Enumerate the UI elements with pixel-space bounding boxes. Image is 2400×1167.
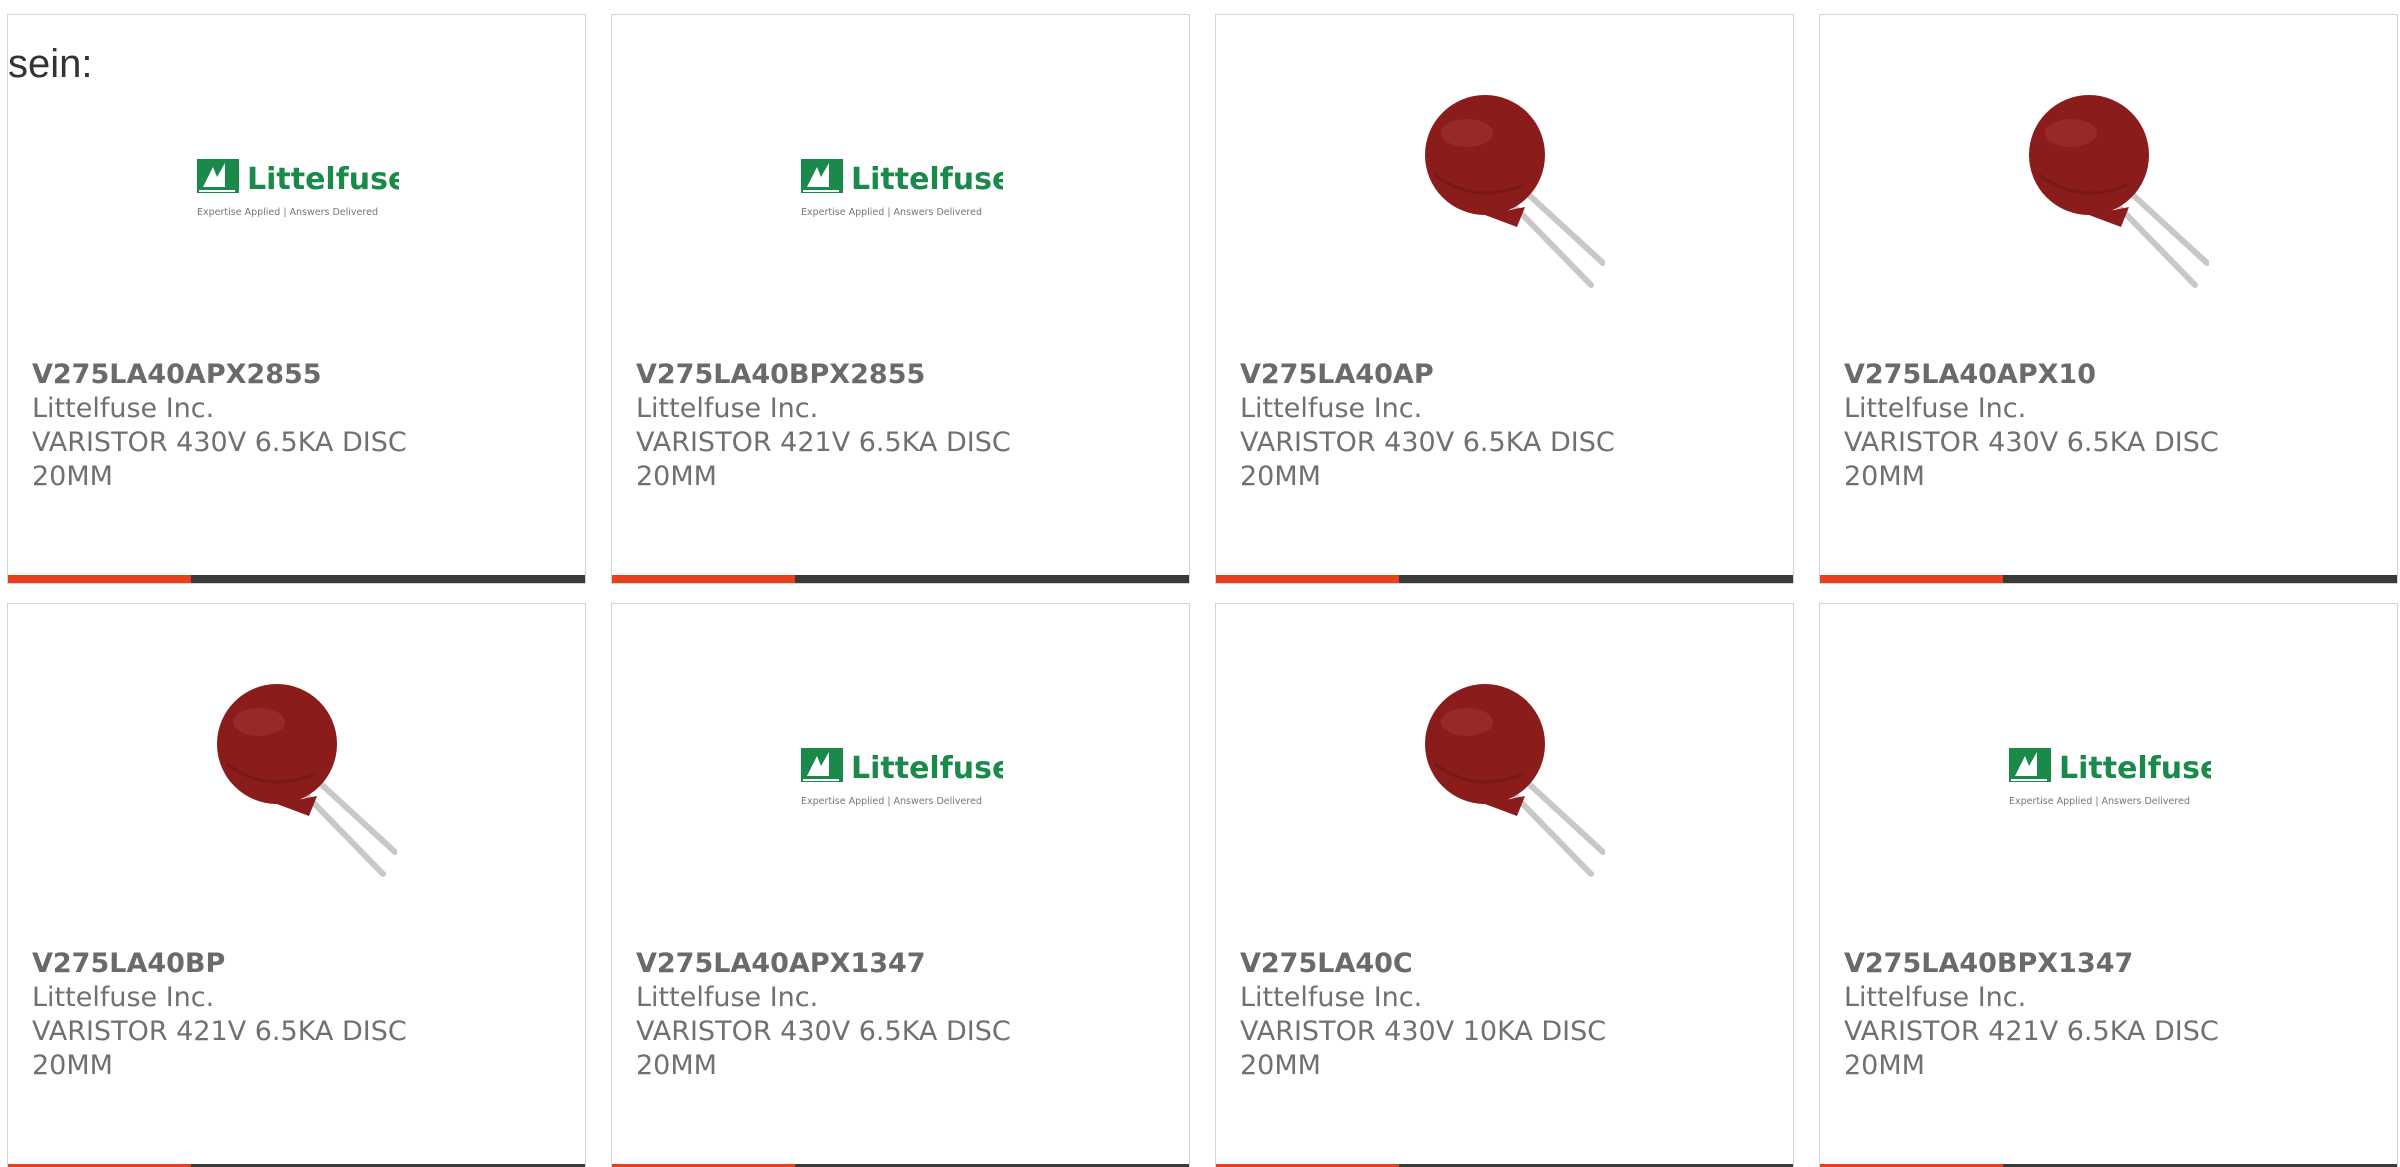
card-bottom-bar [8,575,585,583]
product-description: VARISTOR 430V 6.5KA DISC 20MM [1844,427,2219,492]
part-number[interactable]: V275LA40BP [32,947,472,981]
littelfuse-logo-icon: Littelfuse Expertise Applied | Answers De… [196,159,399,218]
product-card-1[interactable]: Littelfuse Expertise Applied | Answers De… [7,14,586,584]
product-description: VARISTOR 421V 6.5KA DISC 20MM [32,1016,407,1081]
product-description: VARISTOR 430V 10KA DISC 20MM [1240,1016,1607,1081]
svg-text:Littelfuse: Littelfuse [851,751,1003,786]
varistor-component-icon [1424,95,1605,288]
product-info: V275LA40APX10 Littelfuse Inc. VARISTOR 4… [1844,358,2284,494]
product-description: VARISTOR 421V 6.5KA DISC 20MM [636,427,1011,492]
part-number[interactable]: V275LA40AP [1240,358,1680,392]
product-info: V275LA40C Littelfuse Inc. VARISTOR 430V … [1240,947,1680,1083]
svg-text:Littelfuse: Littelfuse [2059,751,2211,786]
product-card-6[interactable]: Littelfuse Expertise Applied | Answers De… [611,603,1190,1167]
product-card-4[interactable]: V275LA40APX10 Littelfuse Inc. VARISTOR 4… [1819,14,2398,584]
product-image[interactable]: Littelfuse Expertise Applied | Answers De… [8,75,585,305]
product-image[interactable]: Littelfuse Expertise Applied | Answers De… [1820,664,2397,894]
manufacturer-name: Littelfuse Inc. [1240,393,1423,424]
svg-text:Littelfuse: Littelfuse [851,162,1003,197]
manufacturer-name: Littelfuse Inc. [636,982,819,1013]
card-bottom-bar [1820,575,2397,583]
manufacturer-name: Littelfuse Inc. [32,982,215,1013]
svg-text:Expertise Applied | Answers De: Expertise Applied | Answers Delivered [801,796,982,807]
product-card-2[interactable]: Littelfuse Expertise Applied | Answers De… [611,14,1190,584]
product-card-7[interactable]: V275LA40C Littelfuse Inc. VARISTOR 430V … [1215,603,1794,1167]
product-card-5[interactable]: V275LA40BP Littelfuse Inc. VARISTOR 421V… [7,603,586,1167]
product-info: V275LA40BPX1347 Littelfuse Inc. VARISTOR… [1844,947,2284,1083]
product-image[interactable] [1216,75,1793,305]
product-info: V275LA40APX1347 Littelfuse Inc. VARISTOR… [636,947,1076,1083]
card-accent-bar [1216,575,1399,583]
part-number[interactable]: V275LA40C [1240,947,1680,981]
part-number[interactable]: V275LA40BPX1347 [1844,947,2284,981]
manufacturer-name: Littelfuse Inc. [1240,982,1423,1013]
card-bottom-bar [612,575,1189,583]
littelfuse-logo-icon: Littelfuse Expertise Applied | Answers De… [800,159,1003,218]
intro-text: sein: [8,42,93,86]
part-number[interactable]: V275LA40APX10 [1844,358,2284,392]
product-image[interactable] [1216,664,1793,894]
svg-text:Expertise Applied | Answers De: Expertise Applied | Answers Delivered [801,207,982,218]
svg-text:Expertise Applied | Answers De: Expertise Applied | Answers Delivered [2009,796,2190,807]
product-grid: Littelfuse Expertise Applied | Answers De… [7,14,2398,1167]
product-description: VARISTOR 430V 6.5KA DISC 20MM [1240,427,1615,492]
product-info: V275LA40BPX2855 Littelfuse Inc. VARISTOR… [636,358,1076,494]
card-bottom-bar [1216,575,1793,583]
product-info: V275LA40AP Littelfuse Inc. VARISTOR 430V… [1240,358,1680,494]
littelfuse-logo-icon: Littelfuse Expertise Applied | Answers De… [2008,748,2211,807]
product-card-3[interactable]: V275LA40AP Littelfuse Inc. VARISTOR 430V… [1215,14,1794,584]
product-image[interactable] [1820,75,2397,305]
card-accent-bar [8,575,191,583]
card-accent-bar [612,575,795,583]
product-description: VARISTOR 430V 6.5KA DISC 20MM [636,1016,1011,1081]
varistor-component-icon [216,684,397,877]
part-number[interactable]: V275LA40BPX2855 [636,358,1076,392]
varistor-component-icon [2028,95,2209,288]
product-info: V275LA40BP Littelfuse Inc. VARISTOR 421V… [32,947,472,1083]
svg-text:Littelfuse: Littelfuse [247,162,399,197]
manufacturer-name: Littelfuse Inc. [1844,982,2027,1013]
card-accent-bar [1820,575,2003,583]
part-number[interactable]: V275LA40APX1347 [636,947,1076,981]
manufacturer-name: Littelfuse Inc. [1844,393,2027,424]
product-listing-page: sein: Littelfuse Expertise Applied | Answ… [0,0,2400,1167]
manufacturer-name: Littelfuse Inc. [636,393,819,424]
product-image[interactable]: Littelfuse Expertise Applied | Answers De… [612,664,1189,894]
svg-text:Expertise Applied | Answers De: Expertise Applied | Answers Delivered [197,207,378,218]
littelfuse-logo-icon: Littelfuse Expertise Applied | Answers De… [800,748,1003,807]
product-card-8[interactable]: Littelfuse Expertise Applied | Answers De… [1819,603,2398,1167]
varistor-component-icon [1424,684,1605,877]
product-description: VARISTOR 421V 6.5KA DISC 20MM [1844,1016,2219,1081]
product-image[interactable]: Littelfuse Expertise Applied | Answers De… [612,75,1189,305]
product-description: VARISTOR 430V 6.5KA DISC 20MM [32,427,407,492]
product-info: V275LA40APX2855 Littelfuse Inc. VARISTOR… [32,358,472,494]
product-image[interactable] [8,664,585,894]
manufacturer-name: Littelfuse Inc. [32,393,215,424]
part-number[interactable]: V275LA40APX2855 [32,358,472,392]
